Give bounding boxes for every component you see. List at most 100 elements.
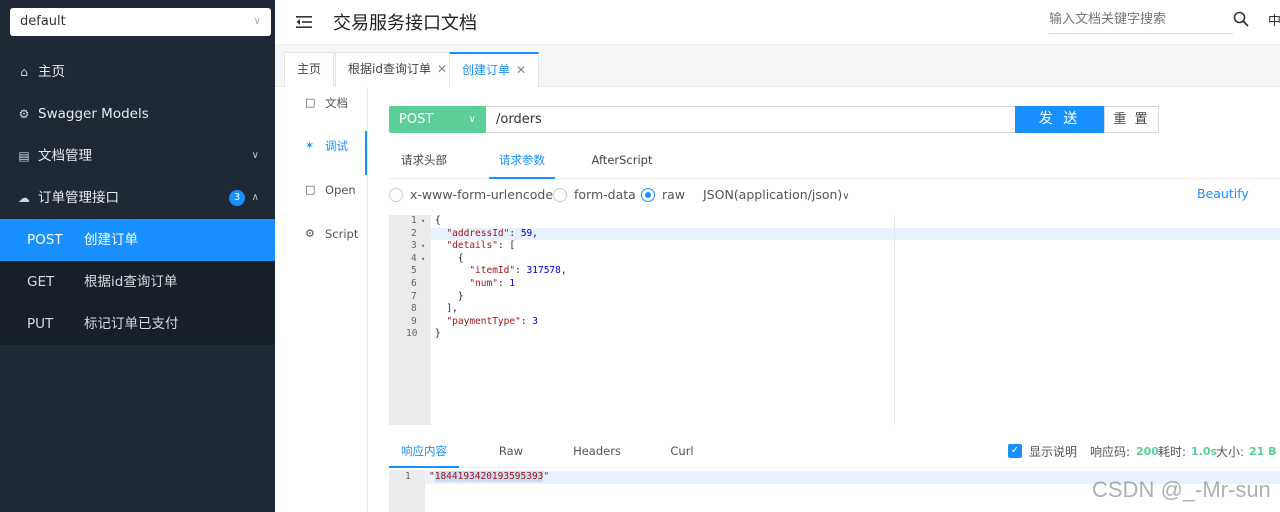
- method-select[interactable]: POST ∨: [389, 106, 486, 133]
- cloud-icon: ☁: [18, 191, 30, 205]
- side-tab-debug[interactable]: ✶ 调试: [275, 131, 367, 175]
- group-select[interactable]: default ∨: [10, 8, 271, 36]
- line-number: 6: [411, 278, 417, 289]
- models-icon: ⚙: [18, 107, 30, 121]
- request-tabs: 请求头部 请求参数 AfterScript: [389, 145, 1280, 179]
- line-number: 1: [405, 471, 411, 482]
- side-tab-label: Script: [325, 227, 359, 241]
- sidebar-item-swagger-models[interactable]: ⚙ Swagger Models: [0, 93, 275, 135]
- send-button[interactable]: 发 送: [1015, 106, 1104, 133]
- content-type-value: JSON(application/json): [703, 187, 843, 202]
- sidebar-item-docs[interactable]: ▤ 文档管理 ∨: [0, 135, 275, 177]
- sidebar-item-home[interactable]: ⌂ 主页: [0, 51, 275, 93]
- radio-form-data-label: form-data: [574, 187, 636, 202]
- line-number: 5: [411, 265, 417, 277]
- sidebar-item-order-api[interactable]: ☁ 订单管理接口 3 ∧: [0, 177, 275, 219]
- radio-raw-label: raw: [662, 187, 686, 202]
- code-icon: ⚙: [305, 227, 315, 240]
- bug-icon: ✶: [305, 139, 315, 152]
- search-input[interactable]: [1049, 6, 1233, 34]
- search-icon[interactable]: [1232, 10, 1250, 28]
- tab-request-headers[interactable]: 请求头部: [389, 145, 459, 179]
- side-tab-script[interactable]: ⚙ Script: [275, 219, 367, 263]
- api-item-get-order[interactable]: GET 根据id查询订单: [0, 261, 275, 303]
- code-line: "num": 1: [469, 278, 516, 289]
- radio-form-data[interactable]: [553, 188, 567, 202]
- tab-after-script[interactable]: AfterScript: [585, 145, 659, 179]
- tab-get-order[interactable]: 根据id查询订单 ✕: [335, 52, 461, 87]
- tab-response-headers[interactable]: Headers: [569, 436, 625, 468]
- radio-urlencoded[interactable]: [389, 188, 403, 202]
- sidebar-item-label: Swagger Models: [38, 106, 149, 122]
- count-badge: 3: [229, 190, 245, 206]
- close-icon[interactable]: ✕: [516, 63, 526, 77]
- line-number: 7: [411, 290, 417, 302]
- code-line: "details": [: [446, 240, 516, 252]
- chevron-down-icon: ∨: [253, 16, 261, 27]
- file-icon: □: [305, 96, 316, 109]
- tab-response-content[interactable]: 响应内容: [389, 436, 459, 468]
- response-code-label: 响应码:: [1090, 445, 1131, 459]
- line-number: 4 ▾: [411, 252, 426, 264]
- reset-button[interactable]: 重 置: [1104, 106, 1159, 133]
- menu-fold-icon[interactable]: [295, 13, 313, 31]
- chevron-up-icon: ∧: [251, 192, 259, 203]
- response-time-label: 耗时:: [1158, 445, 1187, 459]
- side-tab-label: 文档: [325, 96, 348, 110]
- api-title: 标记订单已支付: [84, 316, 179, 332]
- api-item-create-order[interactable]: POST 创建订单: [0, 219, 275, 261]
- chevron-down-icon: ∨: [468, 114, 476, 125]
- api-item-mark-paid[interactable]: PUT 标记订单已支付: [0, 303, 275, 345]
- close-icon[interactable]: ✕: [437, 62, 447, 76]
- code-line: }: [435, 328, 441, 340]
- home-icon: ⌂: [20, 65, 28, 79]
- api-method: GET: [27, 274, 55, 290]
- document-icon: ▤: [18, 149, 30, 163]
- response-body-line: "1844193420193595393": [429, 471, 550, 482]
- tab-label: 主页: [297, 62, 322, 76]
- tab-home[interactable]: 主页: [284, 52, 335, 87]
- request-url-bar: POST ∨ 发 送 重 置: [389, 106, 1159, 133]
- response-body-value: 1844193420193595393: [434, 471, 544, 482]
- code-line: {: [435, 252, 464, 264]
- response-code-value: 200: [1136, 445, 1159, 458]
- line-number: 2: [411, 227, 417, 239]
- api-method: PUT: [27, 316, 54, 332]
- tab-request-params[interactable]: 请求参数: [489, 145, 555, 179]
- show-desc-checkbox[interactable]: ✓: [1008, 444, 1022, 458]
- side-tab-label: 调试: [325, 139, 348, 153]
- group-select-value: default: [20, 14, 66, 29]
- tab-response-curl[interactable]: Curl: [665, 436, 699, 468]
- radio-urlencoded-label: x-www-form-urlencoded: [410, 187, 561, 202]
- tab-response-raw[interactable]: Raw: [489, 436, 533, 468]
- api-title: 根据id查询订单: [84, 274, 178, 290]
- method-value: POST: [399, 112, 434, 127]
- chevron-down-icon: ∨: [251, 150, 259, 161]
- side-tab-open[interactable]: □ Open: [275, 175, 367, 219]
- tab-create-order[interactable]: 创建订单 ✕: [449, 52, 540, 87]
- code-line: ],: [435, 303, 458, 315]
- sidebar-item-label: 文档管理: [38, 148, 92, 164]
- response-time-value: 1.0s: [1191, 445, 1218, 458]
- line-number: 9: [411, 315, 417, 327]
- line-number: 8: [411, 303, 417, 315]
- radio-raw[interactable]: [641, 188, 655, 202]
- content-type-select[interactable]: JSON(application/json)∨: [703, 186, 850, 204]
- side-tab-doc[interactable]: □ 文档: [275, 88, 367, 132]
- fold-icon: ▾: [421, 254, 426, 263]
- beautify-button[interactable]: Beautify: [1197, 186, 1249, 201]
- request-body-editor[interactable]: 1 ▾ 2 3 ▾ 4 ▾ 5 6 7 8 9 10 { "addressId": 5…: [389, 215, 1280, 425]
- line-number: 3 ▾: [411, 240, 426, 252]
- fold-icon: ▾: [421, 242, 426, 251]
- tab-label: 创建订单: [462, 63, 511, 77]
- watermark: CSDN @_-Mr-sun: [1092, 477, 1271, 502]
- show-desc-label: 显示说明: [1029, 445, 1078, 459]
- code-line: }: [435, 290, 464, 302]
- line-number: 1 ▾: [411, 215, 426, 226]
- side-tab-label: Open: [325, 183, 356, 197]
- language-switch[interactable]: 中: [1268, 10, 1280, 29]
- tab-label: 根据id查询订单: [348, 62, 431, 76]
- line-number: 10: [406, 328, 418, 340]
- code-line: "itemId": 317578,: [469, 265, 567, 277]
- url-input[interactable]: [486, 106, 1016, 133]
